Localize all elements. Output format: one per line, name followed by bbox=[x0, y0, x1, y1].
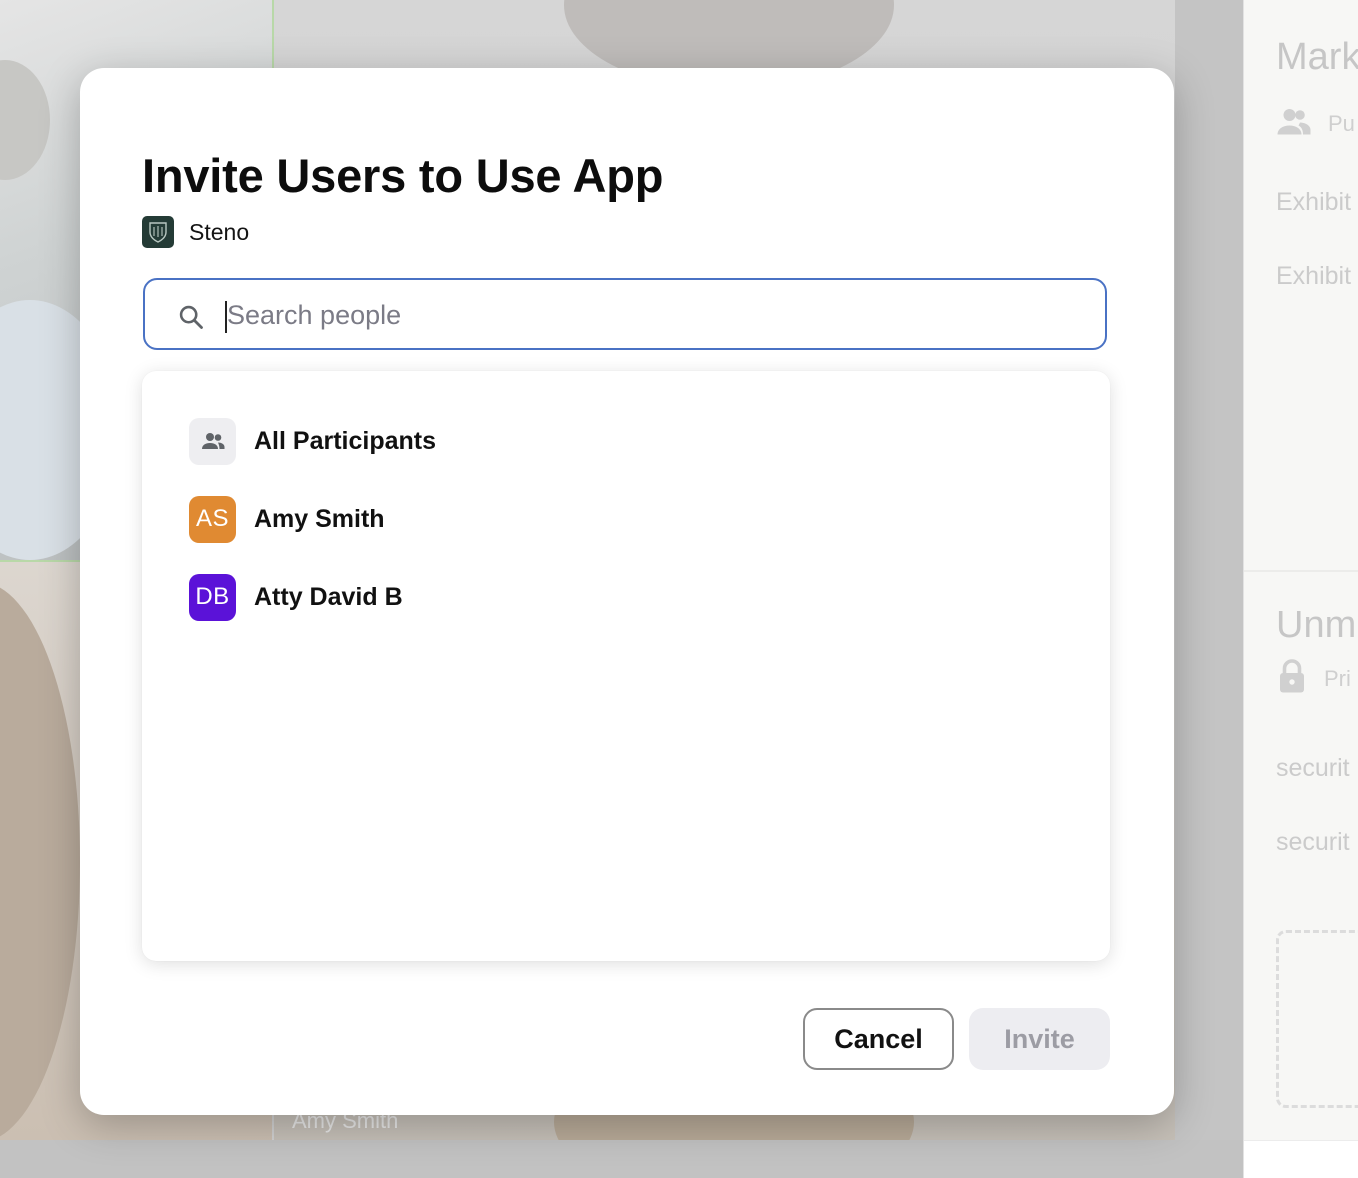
app-info: Steno bbox=[142, 216, 249, 248]
people-suggestions-list: All Participants AS Amy Smith DB Atty Da… bbox=[142, 371, 1110, 961]
avatar: AS bbox=[189, 495, 236, 543]
section-visibility: Pri bbox=[1276, 658, 1351, 700]
section-title: Mark bbox=[1276, 36, 1358, 78]
video-gutter bbox=[1175, 0, 1243, 1140]
list-item-user[interactable]: AS Amy Smith bbox=[189, 495, 385, 543]
section-title: Unm bbox=[1276, 604, 1357, 646]
list-item-user[interactable]: DB Atty David B bbox=[189, 573, 403, 621]
search-field[interactable] bbox=[143, 278, 1107, 350]
app-name: Steno bbox=[189, 218, 250, 245]
file-drop-zone[interactable] bbox=[1276, 930, 1358, 1108]
panel-footer bbox=[1244, 1140, 1358, 1178]
option-label: Atty David B bbox=[254, 582, 403, 611]
dialog-title: Invite Users to Use App bbox=[142, 149, 664, 202]
lock-icon bbox=[1276, 658, 1308, 700]
option-label: All Participants bbox=[254, 426, 436, 455]
panel-divider bbox=[1244, 570, 1358, 572]
invite-button[interactable]: Invite bbox=[969, 1008, 1110, 1070]
option-label: Amy Smith bbox=[254, 504, 385, 533]
text-cursor bbox=[225, 301, 227, 333]
people-icon bbox=[1276, 106, 1312, 142]
cancel-button[interactable]: Cancel bbox=[803, 1008, 954, 1070]
avatar: DB bbox=[189, 573, 236, 621]
search-icon bbox=[177, 303, 205, 331]
side-panel: Mark Pu Exhibit Exhibit Unm Pri securit … bbox=[1243, 0, 1358, 1178]
security-item[interactable]: securit bbox=[1276, 754, 1350, 783]
exhibit-item[interactable]: Exhibit bbox=[1276, 188, 1351, 217]
steno-logo-icon bbox=[142, 216, 174, 248]
list-item-all-participants[interactable]: All Participants bbox=[189, 417, 436, 465]
invite-users-dialog: Invite Users to Use App Steno Search peo… bbox=[80, 68, 1174, 1115]
visibility-label: Pri bbox=[1324, 666, 1351, 691]
exhibit-item[interactable]: Exhibit bbox=[1276, 262, 1351, 291]
visibility-label: Pu bbox=[1328, 111, 1355, 136]
meeting-bottom-bar bbox=[0, 1140, 1243, 1178]
group-icon bbox=[189, 417, 236, 465]
section-visibility: Pu bbox=[1276, 106, 1355, 142]
search-input[interactable] bbox=[223, 294, 1091, 336]
security-item[interactable]: securit bbox=[1276, 828, 1350, 857]
